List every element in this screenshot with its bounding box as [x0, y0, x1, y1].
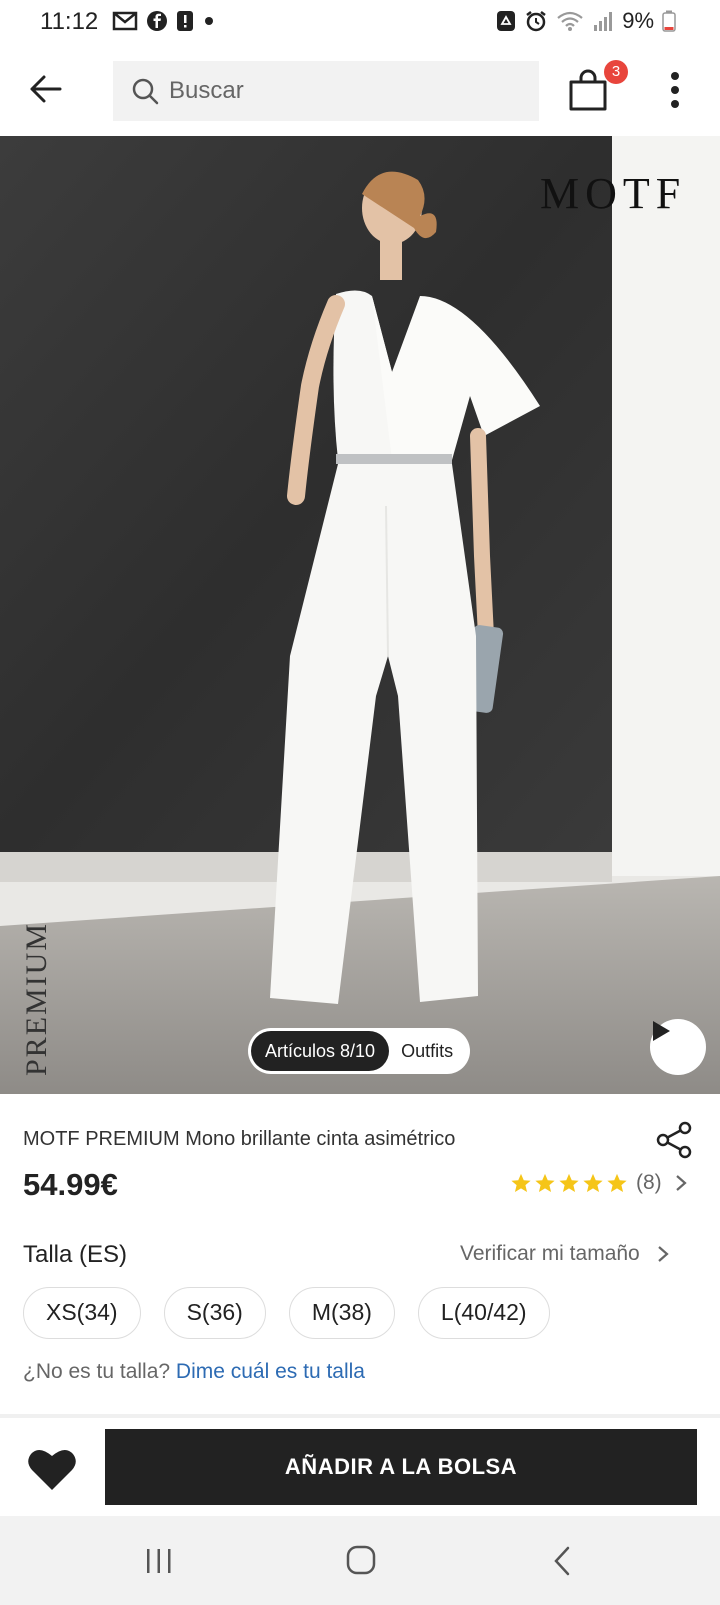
alarm-icon: [526, 11, 546, 32]
chevron-right-icon: [658, 1246, 669, 1262]
verify-size-label: Verificar mi tamaño: [460, 1242, 640, 1265]
premium-watermark: PREMIUM: [20, 921, 53, 1076]
battery-percent: 9%: [622, 8, 654, 33]
back-button[interactable]: [24, 68, 66, 110]
star-icon: [607, 1173, 627, 1192]
top-nav: Buscar 3: [0, 46, 720, 136]
size-option-xs[interactable]: XS(34): [23, 1287, 141, 1339]
cart-count-badge: 3: [604, 60, 628, 84]
size-hint-text: ¿No es tu talla?: [23, 1360, 176, 1383]
star-icon: [535, 1173, 555, 1192]
size-section-label: Talla (ES): [23, 1241, 128, 1268]
heart-icon[interactable]: [27, 1446, 77, 1492]
status-system-icons: 9%: [496, 8, 676, 34]
product-photo: [0, 136, 720, 1094]
size-options: XS(34) S(36) M(38) L(40/42): [23, 1287, 550, 1339]
battery-icon: [662, 10, 676, 32]
size-option-l[interactable]: L(40/42): [417, 1287, 550, 1339]
status-notification-icons: [112, 10, 216, 32]
nav-back-icon[interactable]: [552, 1545, 572, 1577]
facebook-icon: [147, 11, 167, 31]
add-to-bag-button[interactable]: AÑADIR A LA BOLSA: [105, 1429, 697, 1505]
search-input[interactable]: Buscar: [113, 61, 539, 121]
chevron-right-icon: [675, 1175, 687, 1191]
nav-home-icon[interactable]: [346, 1545, 376, 1575]
dot-icon: [205, 17, 213, 25]
star-icon: [511, 1173, 531, 1192]
play-icon: [653, 1021, 670, 1041]
size-option-s[interactable]: S(36): [163, 1287, 266, 1339]
star-icon: [559, 1173, 579, 1192]
alert-icon: [177, 11, 193, 31]
product-title: MOTF PREMIUM Mono brillante cinta asimét…: [23, 1128, 456, 1150]
nav-recent-icon[interactable]: [144, 1548, 174, 1574]
product-rating[interactable]: (8): [510, 1171, 688, 1195]
more-options-button[interactable]: [660, 68, 690, 112]
share-icon[interactable]: [654, 1120, 694, 1160]
size-option-m[interactable]: M(38): [288, 1287, 395, 1339]
articles-tab[interactable]: Artículos 8/10: [251, 1031, 390, 1071]
product-image-carousel[interactable]: MOTF PREMIUM Artículos 8/10 Outfits: [0, 136, 720, 1094]
back-arrow-icon: [30, 75, 62, 103]
status-bar: 11:12 9%: [0, 0, 720, 46]
carousel-mode-toggle: Artículos 8/10 Outfits: [248, 1028, 471, 1074]
product-price: 54.99€: [23, 1167, 118, 1202]
wifi-icon: [557, 11, 583, 31]
play-video-button[interactable]: [650, 1019, 706, 1075]
size-help-link[interactable]: Dime cuál es tu talla: [176, 1360, 365, 1383]
brand-logo: MOTF: [540, 169, 687, 218]
search-placeholder: Buscar: [169, 77, 244, 104]
rating-count: (8): [636, 1171, 662, 1194]
signal-icon: [594, 12, 613, 31]
outfits-tab[interactable]: Outfits: [389, 1041, 467, 1062]
more-vertical-icon: [671, 72, 679, 80]
gmail-icon: [112, 11, 138, 31]
status-time: 11:12: [40, 8, 99, 35]
size-hint: ¿No es tu talla? Dime cuál es tu talla: [23, 1360, 365, 1384]
verify-size-link[interactable]: Verificar mi tamaño: [460, 1242, 670, 1266]
star-icon: [583, 1173, 603, 1192]
divider: [0, 1414, 720, 1418]
system-nav-bar: [0, 1516, 720, 1605]
search-icon: [132, 78, 159, 105]
recycle-icon: [497, 11, 516, 31]
